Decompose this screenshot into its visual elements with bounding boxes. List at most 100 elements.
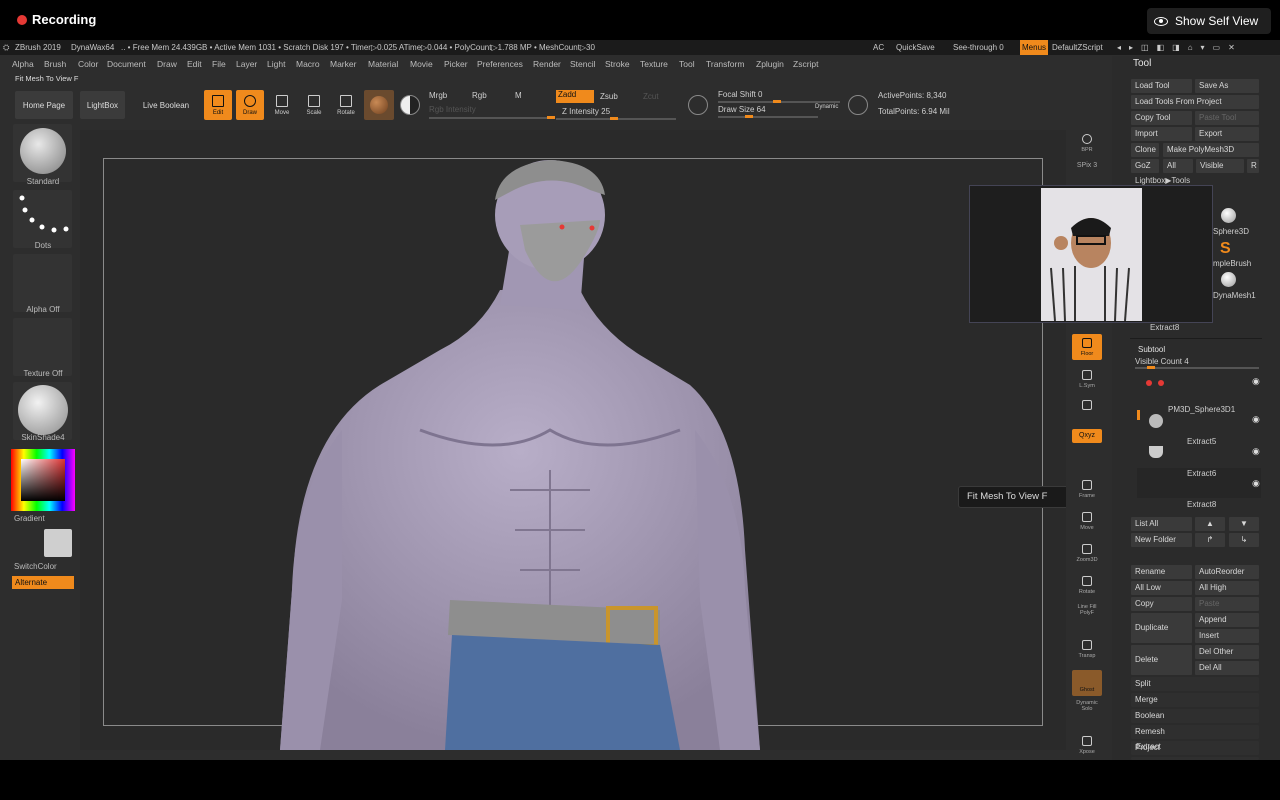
new-folder-button[interactable]: New Folder: [1131, 533, 1192, 547]
z-intensity-track[interactable]: [556, 117, 676, 120]
move-up-arrow-icon[interactable]: ▲: [1195, 517, 1225, 531]
save-as-button[interactable]: Save As: [1195, 79, 1259, 93]
color-picker[interactable]: [11, 449, 75, 511]
menu-draw[interactable]: Draw: [157, 56, 177, 72]
menu-alpha[interactable]: Alpha: [12, 56, 34, 72]
menu-preferences[interactable]: Preferences: [477, 56, 523, 72]
folder-in-icon[interactable]: ↱: [1195, 533, 1225, 547]
remesh-section[interactable]: Remesh: [1131, 725, 1259, 739]
zsub-toggle[interactable]: Zsub: [600, 92, 618, 101]
menus-button[interactable]: Menus: [1020, 40, 1049, 55]
sphere3d-thumb-icon[interactable]: [1221, 208, 1236, 223]
all-low-button[interactable]: All Low: [1131, 581, 1192, 595]
solo-button[interactable]: Dynamic Solo: [1072, 700, 1102, 726]
menu-texture[interactable]: Texture: [640, 56, 668, 72]
color-yinyang-icon[interactable]: [400, 95, 420, 115]
subtool-item[interactable]: Extract6 ◉: [1137, 468, 1261, 498]
transp-button[interactable]: Transp: [1072, 636, 1102, 662]
lightbox-button[interactable]: LightBox: [80, 91, 125, 119]
rotate-view-button[interactable]: Rotate: [1072, 572, 1102, 598]
boolean-section[interactable]: Boolean: [1131, 709, 1259, 723]
subtool-item[interactable]: PM3D_Sphere3D1 ◉: [1137, 404, 1261, 434]
menu-zscript[interactable]: Zscript: [793, 56, 819, 72]
visible-count-slider[interactable]: Visible Count 4: [1135, 357, 1189, 366]
goz-visible-button[interactable]: Visible: [1196, 159, 1244, 173]
rename-button[interactable]: Rename: [1131, 565, 1192, 579]
menu-brush[interactable]: Brush: [44, 56, 66, 72]
xyz-button[interactable]: Qxyz: [1072, 429, 1102, 443]
subtool-item[interactable]: Extract5 ◉: [1137, 436, 1261, 466]
alternate-toggle[interactable]: Alternate: [12, 576, 74, 589]
zoom3d-button[interactable]: Zoom3D: [1072, 540, 1102, 566]
xpose-button[interactable]: Xpose: [1072, 732, 1102, 758]
split-section[interactable]: Split: [1131, 677, 1259, 691]
autoreorder-button[interactable]: AutoReorder: [1195, 565, 1259, 579]
edit-mode-button[interactable]: Edit: [204, 90, 232, 120]
delete-button[interactable]: Delete: [1131, 645, 1192, 675]
copy-tool-button[interactable]: Copy Tool: [1131, 111, 1192, 125]
tool-palette-title[interactable]: Tool: [1133, 58, 1151, 69]
ac-button[interactable]: AC: [873, 40, 884, 55]
visibility-eye-icon[interactable]: ◉: [1252, 376, 1260, 387]
live-boolean-button[interactable]: Live Boolean: [135, 91, 197, 119]
folder-out-icon[interactable]: ↳: [1229, 533, 1259, 547]
seethrough-slider[interactable]: See-through 0: [953, 40, 1004, 55]
window-controls[interactable]: ◂▸◫◧◨⌂▾▭✕: [1117, 40, 1243, 55]
menu-render[interactable]: Render: [533, 56, 561, 72]
dynamic-toggle[interactable]: Dynamic: [815, 104, 838, 110]
home-page-button[interactable]: Home Page: [15, 91, 73, 119]
make-polymesh-button[interactable]: Make PolyMesh3D: [1163, 143, 1259, 157]
menu-movie[interactable]: Movie: [410, 56, 433, 72]
draw-mode-button[interactable]: Draw: [236, 90, 264, 120]
menu-document[interactable]: Document: [107, 56, 146, 72]
frame-button[interactable]: Frame: [1072, 476, 1102, 502]
gradient-label[interactable]: Gradient: [10, 514, 76, 523]
copy-subtool-button[interactable]: Copy: [1131, 597, 1192, 611]
goz-r-button[interactable]: R: [1247, 159, 1259, 173]
extract-section[interactable]: Extract: [1136, 742, 1161, 751]
menu-stroke[interactable]: Stroke: [605, 56, 630, 72]
merge-section[interactable]: Merge: [1131, 693, 1259, 707]
ghost-button[interactable]: Ghost: [1072, 670, 1102, 696]
mrgb-toggle[interactable]: Mrgb: [429, 91, 447, 100]
simplebrush-thumb-icon[interactable]: S: [1220, 240, 1231, 258]
rgb-toggle[interactable]: Rgb: [472, 91, 487, 100]
del-all-button[interactable]: Del All: [1195, 661, 1259, 675]
scale-mode-button[interactable]: Scale: [300, 90, 328, 120]
goz-button[interactable]: GoZ: [1131, 159, 1159, 173]
color-picker-square[interactable]: [21, 459, 65, 501]
document-canvas[interactable]: Fit Mesh To View F: [80, 130, 1066, 750]
goz-all-button[interactable]: All: [1163, 159, 1193, 173]
zadd-toggle[interactable]: Zadd: [556, 90, 594, 103]
visibility-eye-icon[interactable]: ◉: [1252, 478, 1260, 489]
focal-shift-slider[interactable]: Focal Shift 0: [718, 90, 762, 99]
paste-subtool-button[interactable]: Paste: [1195, 597, 1259, 611]
menu-zplugin[interactable]: Zplugin: [756, 56, 784, 72]
lsym-button[interactable]: L.Sym: [1072, 366, 1102, 392]
menu-color[interactable]: Color: [78, 56, 98, 72]
list-all-button[interactable]: List All: [1131, 517, 1192, 531]
del-other-button[interactable]: Del Other: [1195, 645, 1259, 659]
move-mode-button[interactable]: Move: [268, 90, 296, 120]
menu-transform[interactable]: Transform: [706, 56, 744, 72]
menu-material[interactable]: Material: [368, 56, 398, 72]
all-high-button[interactable]: All High: [1195, 581, 1259, 595]
export-button[interactable]: Export: [1195, 127, 1259, 141]
visible-count-track[interactable]: [1135, 366, 1259, 369]
subtool-item-eyes[interactable]: ◉: [1146, 376, 1260, 404]
draw-size-slider[interactable]: Draw Size 64: [718, 105, 766, 114]
menu-layer[interactable]: Layer: [236, 56, 257, 72]
quicksave-button[interactable]: QuickSave: [896, 40, 935, 55]
clone-button[interactable]: Clone: [1131, 143, 1159, 157]
secondary-color-swatch[interactable]: [44, 529, 72, 557]
texture-selector[interactable]: [13, 318, 72, 376]
subtool-name[interactable]: Extract8: [1187, 500, 1216, 509]
default-zscript-button[interactable]: DefaultZScript: [1052, 40, 1103, 55]
z-intensity-slider[interactable]: Z Intensity 25: [562, 107, 610, 116]
floor-button[interactable]: Floor: [1072, 334, 1102, 360]
dynamesh-thumb-icon[interactable]: [1221, 272, 1236, 287]
bpr-button[interactable]: BPR: [1072, 130, 1102, 156]
menu-macro[interactable]: Macro: [296, 56, 320, 72]
visibility-eye-icon[interactable]: ◉: [1252, 446, 1260, 457]
webcam-overlay[interactable]: [969, 185, 1213, 323]
